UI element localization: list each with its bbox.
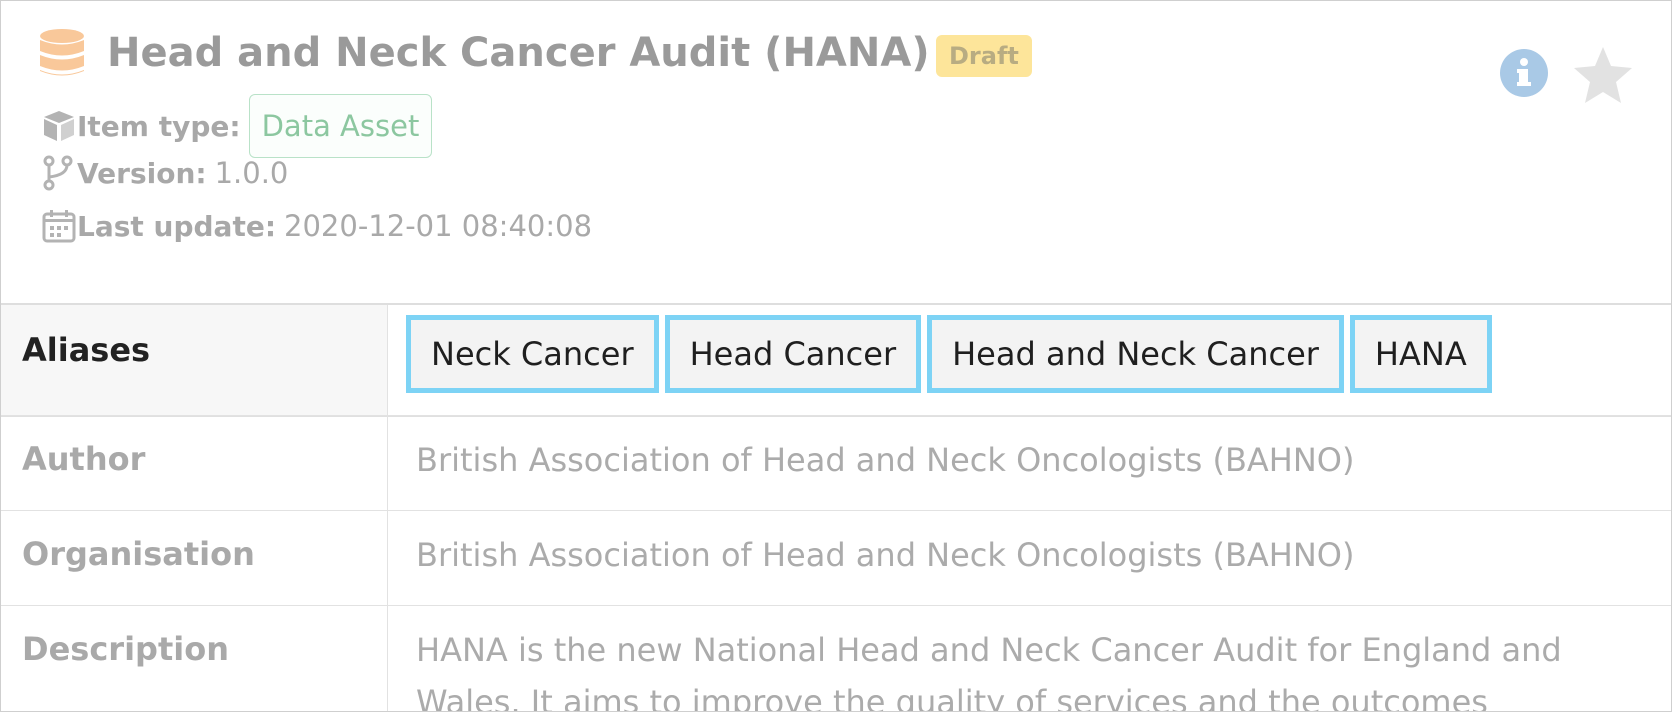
alias-chip[interactable]: Head Cancer (664, 315, 922, 393)
row-header: Aliases (1, 305, 388, 415)
description-line: Wales. It aims to improve the quality of… (416, 683, 1488, 712)
star-icon (1574, 47, 1632, 103)
organisation-label: Organisation (22, 535, 255, 573)
last-update-value: 2020-12-01 08:40:08 (284, 209, 593, 243)
alias-chip[interactable]: HANA (1349, 315, 1492, 393)
version-row: Version: 1.0.0 (41, 153, 288, 193)
aliases-label: Aliases (22, 331, 151, 369)
row-header: Organisation (1, 511, 388, 605)
author-label: Author (22, 440, 146, 478)
database-icon (40, 29, 84, 76)
description-label: Description (22, 630, 229, 668)
organisation-value: British Association of Head and Neck Onc… (416, 536, 1355, 574)
table-row-aliases: Aliases Neck Cancer Head Cancer Head and… (1, 303, 1671, 417)
branch-icon (43, 155, 73, 191)
author-value: British Association of Head and Neck Onc… (416, 441, 1355, 479)
version-label: Version: (77, 156, 207, 190)
table-row-author: Author British Association of Head and N… (1, 415, 1671, 510)
last-update-label: Last update: (77, 209, 277, 243)
info-icon (1517, 58, 1531, 86)
table-row-description: Description HANA is the new National Hea… (1, 605, 1671, 712)
cube-icon (44, 111, 74, 141)
status-badge: Draft (936, 35, 1032, 77)
item-type-label: Item type: (77, 109, 241, 143)
item-type-badge: Data Asset (248, 94, 433, 158)
info-button[interactable] (1500, 49, 1548, 97)
row-header: Author (1, 416, 388, 510)
item-detail-panel: Head and Neck Cancer Audit (HANA) Draft … (0, 0, 1672, 712)
row-header: Description (1, 606, 388, 711)
alias-chip[interactable]: Neck Cancer (406, 315, 659, 393)
calendar-icon (42, 210, 76, 243)
favourite-button[interactable] (1572, 45, 1634, 105)
table-row-organisation: Organisation British Association of Head… (1, 510, 1671, 605)
description-line: HANA is the new National Head and Neck C… (416, 631, 1562, 669)
alias-list: Neck Cancer Head Cancer Head and Neck Ca… (406, 315, 1492, 401)
version-value: 1.0.0 (214, 156, 289, 190)
item-type-row: Item type: Data Asset (41, 94, 433, 158)
item-header: Head and Neck Cancer Audit (HANA) Draft … (1, 1, 1671, 303)
alias-chip[interactable]: Head and Neck Cancer (927, 315, 1344, 393)
last-update-row: Last update: 2020-12-01 08:40:08 (41, 206, 592, 246)
page-title: Head and Neck Cancer Audit (HANA) (107, 30, 930, 76)
